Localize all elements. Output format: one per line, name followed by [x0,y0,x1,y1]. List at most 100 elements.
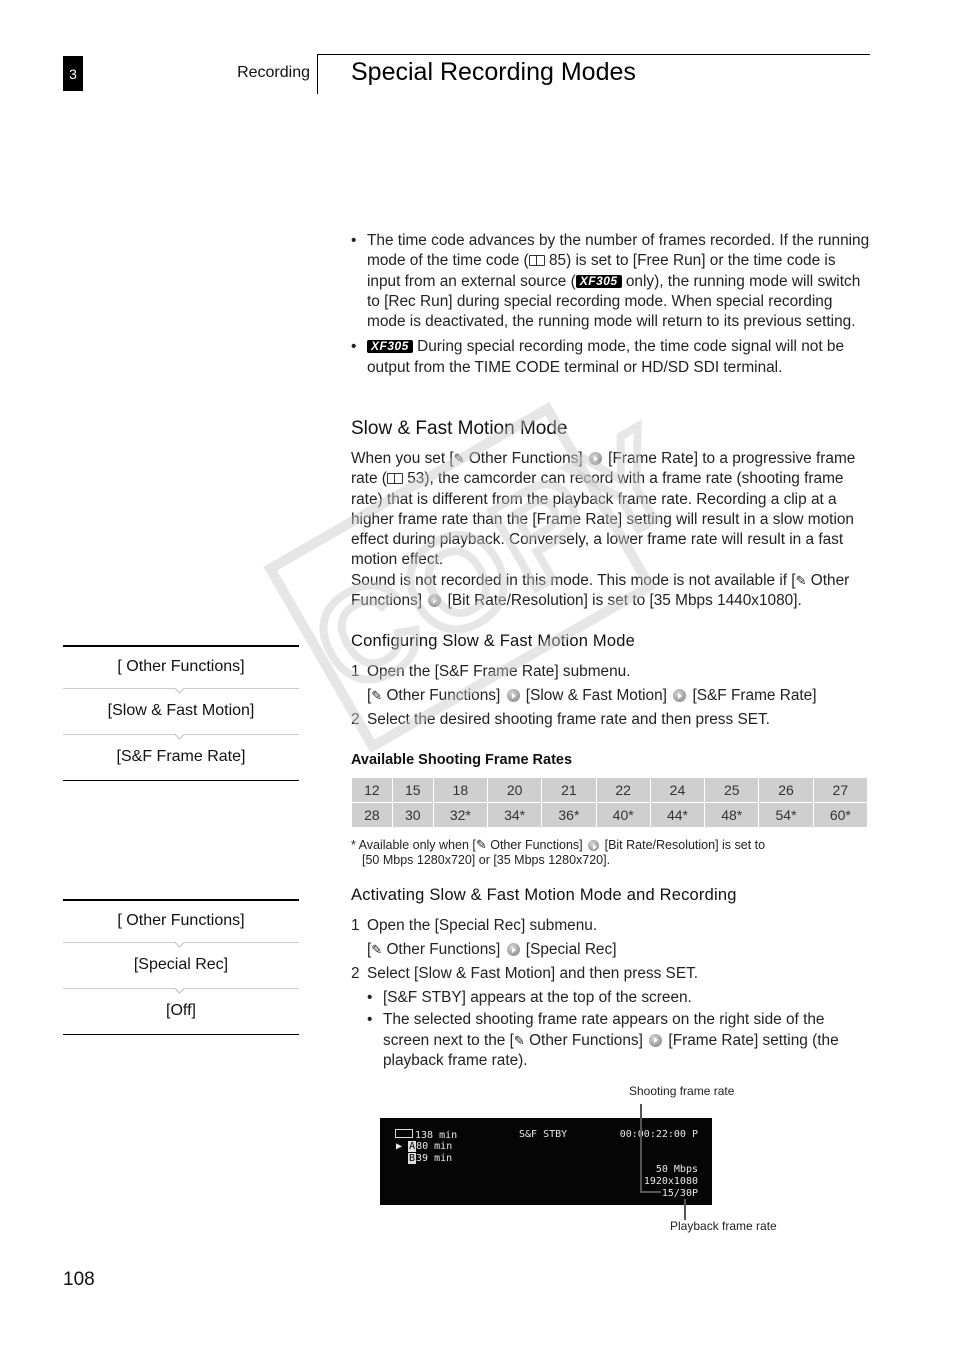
callout-playback-frame-rate: Playback frame rate [670,1219,777,1233]
table-cell: 15 [391,777,434,803]
callout-leader-playback [684,1199,686,1220]
step-2: 2 Select the desired shooting frame rate … [351,711,770,728]
callout-leader-shooting-horizontal [640,1191,661,1193]
table-cell: 22 [595,777,651,803]
menu-bottom-rule [63,1033,299,1035]
step-1: 1 Open the [Special Rec] submenu. [351,917,598,934]
bullet-frame-rate: The selected shooting frame rate appears… [351,1010,871,1072]
media-a-icon: A [408,1141,417,1152]
arrow-right-icon [673,689,687,702]
table-row: 28 30 32* 34* 36* 40* 44* 48* 54* 60* [351,802,869,828]
table-cell: 36* [541,802,597,828]
menu-separator [63,733,299,735]
table-title: Available Shooting Frame Rates [351,752,573,768]
page-reference-link[interactable]: 53 [407,470,424,487]
menu-separator [63,987,299,989]
book-reference-icon [386,473,403,485]
wrench-icon: ✎ [453,451,465,466]
media-b-remaining: B39 min [408,1153,453,1164]
chapter-number-badge: 3 [63,56,83,91]
bullet-stby: [S&F STBY] appears at the top of the scr… [351,986,871,1010]
configuring-title: Configuring Slow & Fast Motion Mode [351,632,635,650]
table-cell: 21 [541,777,597,803]
configuring-steps: 1 Open the [S&F Frame Rate] submenu. [✎ O… [351,660,871,732]
table-footnote: * Available only when [✎ Other Functions… [351,837,766,867]
media-a-remaining: ▶ A80 min [396,1141,453,1152]
menu-path: [✎ Other Functions] [Special Rec] [367,941,617,958]
table-cell: 44* [649,802,706,828]
play-icon: ▶ [396,1141,403,1152]
section-title: Slow & Fast Motion Mode [351,418,568,439]
step-2: 2 Select [Slow & Fast Motion] and then pr… [351,965,699,982]
paragraph-sound: Sound is not recorded in this mode. This… [351,571,850,610]
callout-shooting-frame-rate: Shooting frame rate [629,1084,735,1098]
arrow-right-icon [506,689,520,702]
frame-rate-readout: 15/30P [661,1188,698,1199]
menu-item-other-functions: [ Other Functions] [117,912,245,929]
step-1: 1 Open the [S&F Frame Rate] submenu. [351,663,631,680]
table-cell: 24 [649,777,706,803]
menu-item-slow-fast-motion: [Slow & Fast Motion] [107,702,255,719]
arrow-right-icon [588,452,602,465]
table-cell: 60* [812,802,869,828]
header-rule [318,54,870,55]
menu-item-off: [Off] [166,1002,196,1019]
menu-separator [63,941,299,943]
arrow-right-icon [588,840,600,851]
table-cell: 34* [486,802,543,828]
bullet-xf305-output: XF305 During special recording mode, the… [351,337,871,378]
menu-separator [63,687,299,689]
wrench-icon: ✎ [371,688,383,703]
section-body: When you set [✎ Other Functions] [Frame … [351,449,871,611]
frame-rates-table: 12 15 18 20 21 22 24 25 26 27 28 30 32* … [351,777,869,828]
bullet-timecode: The time code advances by the number of … [351,231,871,332]
menu-path-sidebar-2: [ Other Functions] [Special Rec] [Off] [63,899,299,1035]
wrench-icon: ✎ [371,942,383,957]
table-cell: 40* [595,802,651,828]
table-cell: 12 [351,777,393,803]
menu-bottom-rule [63,779,299,781]
callout-leader-shooting [640,1104,642,1192]
chapter-number: 3 [69,65,77,82]
model-badge-xf305: XF305 [367,340,413,354]
resolution: 1920x1080 [643,1176,698,1187]
wrench-icon: ✎ [475,837,487,852]
page-number: 108 [63,1269,95,1290]
menu-item-sf-frame-rate: [S&F Frame Rate] [116,748,246,765]
status-sf-stby: S&F STBY [519,1129,568,1140]
table-cell: 25 [704,777,760,803]
chapter-name: Recording [237,64,310,81]
page-title: Special Recording Modes [351,58,636,86]
wrench-icon: ✎ [513,1032,525,1048]
table-cell: 26 [758,777,814,803]
timecode: 00:00:22:00 P [619,1129,698,1140]
wrench-icon: ✎ [795,572,807,588]
paragraph-intro: When you set [✎ Other Functions] [Frame … [351,450,856,569]
camcorder-screen: 138 min ▶ A80 min B39 min S&F STBY 00:00… [380,1118,712,1205]
menu-item-special-rec: [Special Rec] [133,956,229,973]
table-cell: 20 [486,777,543,803]
menu-path-sidebar-1: [ Other Functions] [Slow & Fast Motion] … [63,645,299,781]
menu-item-other-functions: [ Other Functions] [117,658,245,675]
battery-icon [395,1129,413,1138]
menu-path: [✎ Other Functions] [Slow & Fast Motion]… [367,687,817,704]
table-row: 12 15 18 20 21 22 24 25 26 27 [351,777,869,803]
media-b-icon: B [408,1153,417,1164]
model-badge-xf305: XF305 [575,274,622,288]
table-cell: 27 [812,777,869,803]
table-cell: 54* [758,802,814,828]
activating-steps: 1 Open the [Special Rec] submenu. [✎ Othe… [351,914,871,1072]
table-cell: 28 [351,802,393,828]
page-reference-link[interactable]: 85 [549,252,566,269]
table-cell: 32* [432,802,488,828]
arrow-right-icon [649,1033,663,1047]
table-cell: 18 [432,777,488,803]
arrow-right-icon [428,594,442,608]
table-cell: 48* [704,802,760,828]
bitrate: 50 Mbps [655,1164,698,1175]
table-cell: 30 [391,802,434,828]
activating-title: Activating Slow & Fast Motion Mode and R… [351,886,737,904]
arrow-right-icon [506,943,520,956]
book-reference-icon [528,255,545,267]
header-divider [317,54,318,94]
